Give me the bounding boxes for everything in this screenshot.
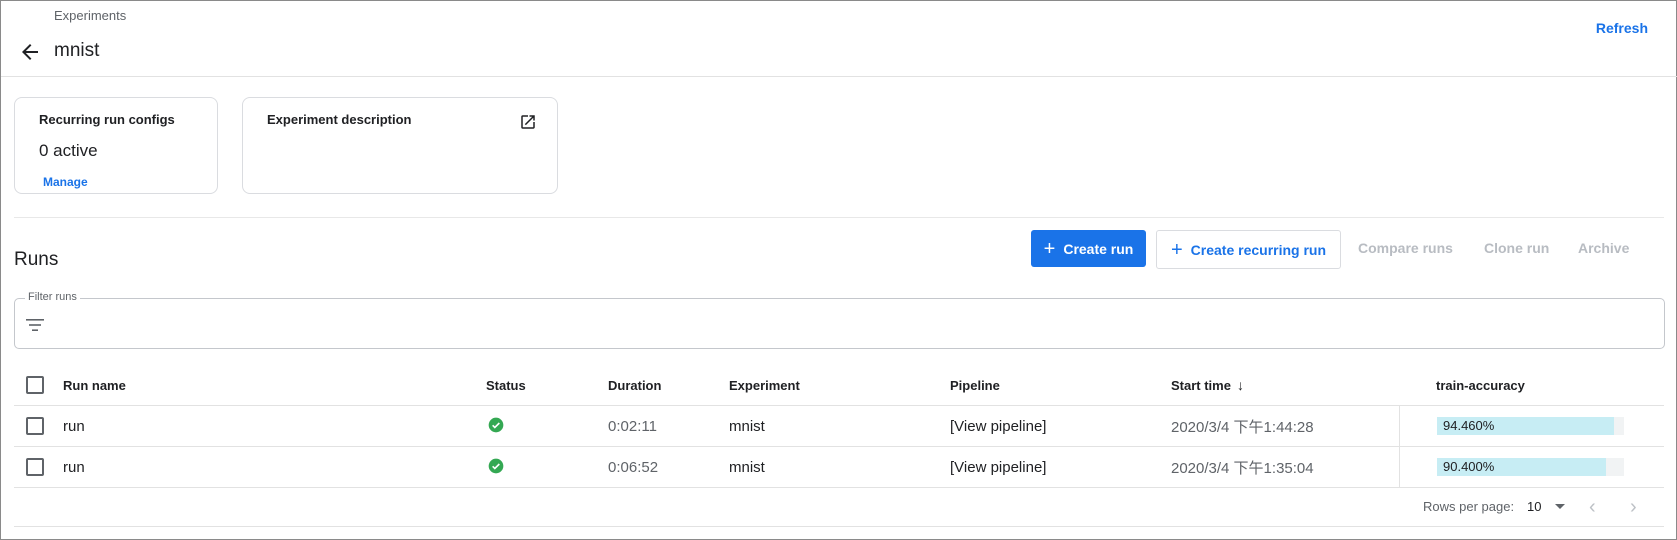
clone-run-button[interactable]: Clone run [1484, 240, 1549, 256]
refresh-button[interactable]: Refresh [1596, 20, 1648, 36]
header-experiment[interactable]: Experiment [729, 365, 800, 405]
plus-icon: + [1043, 237, 1056, 260]
start-time-cell: 2020/3/4 下午1:44:28 [1171, 418, 1314, 436]
header-run-name[interactable]: Run name [63, 365, 126, 405]
filter-runs-label: Filter runs [25, 291, 80, 303]
filter-runs-input[interactable]: Filter runs [14, 291, 1665, 349]
view-pipeline-link[interactable]: [View pipeline] [950, 447, 1046, 487]
experiment-link[interactable]: mnist [729, 406, 765, 446]
header-train-accuracy[interactable]: train-accuracy [1436, 365, 1525, 405]
previous-page-icon[interactable]: ‹ [1589, 496, 1596, 519]
plus-icon: + [1170, 238, 1183, 261]
status-cell [486, 406, 504, 446]
accuracy-bar: 90.400% [1437, 458, 1624, 476]
rows-per-page-select[interactable]: 10 [1527, 499, 1566, 514]
accuracy-value: 90.400% [1443, 459, 1495, 474]
row-checkbox[interactable] [26, 458, 44, 476]
column-separator [1399, 447, 1400, 487]
view-pipeline-link[interactable]: [View pipeline] [950, 406, 1046, 446]
start-time-cell: 2020/3/4 下午1:35:04 [1171, 459, 1314, 477]
check-circle-icon [488, 458, 504, 474]
experiment-link[interactable]: mnist [729, 447, 765, 487]
breadcrumb[interactable]: Experiments [54, 8, 126, 23]
table-row[interactable]: run 0:02:11 mnist [View pipeline] 2020/3… [14, 406, 1664, 447]
accuracy-value: 94.460% [1443, 418, 1495, 433]
accuracy-bar: 94.460% [1437, 417, 1624, 435]
row-checkbox[interactable] [26, 417, 44, 435]
recurring-card-title: Recurring run configs [39, 112, 175, 127]
header-duration[interactable]: Duration [608, 365, 661, 405]
recurring-run-configs-card: Recurring run configs 0 active Manage [14, 97, 218, 194]
compare-runs-button[interactable]: Compare runs [1358, 240, 1453, 256]
check-circle-icon [488, 417, 504, 433]
experiment-description-card: Experiment description [242, 97, 558, 194]
footer-divider [14, 526, 1664, 527]
create-run-label: Create run [1063, 240, 1134, 257]
run-name-link[interactable]: run [63, 447, 85, 487]
next-page-icon[interactable]: › [1630, 496, 1637, 519]
header-status[interactable]: Status [486, 365, 526, 405]
chevron-down-icon [1555, 504, 1566, 509]
page-title: mnist [54, 40, 100, 61]
create-recurring-run-button[interactable]: + Create recurring run [1156, 230, 1341, 269]
rows-per-page-label: Rows per page: [1423, 499, 1515, 514]
app-frame: Experiments mnist Refresh Recurring run … [0, 0, 1677, 540]
column-separator [1399, 406, 1400, 446]
select-all-checkbox[interactable] [26, 376, 44, 394]
back-arrow-icon[interactable] [18, 40, 42, 64]
table-header-row: Run name Status Duration Experiment Pipe… [14, 365, 1664, 406]
manage-link[interactable]: Manage [43, 175, 88, 189]
sort-descending-icon[interactable]: ↓ [1237, 377, 1244, 393]
table-row[interactable]: run 0:06:52 mnist [View pipeline] 2020/3… [14, 447, 1664, 488]
filter-list-icon[interactable] [25, 317, 45, 333]
section-divider [14, 217, 1664, 218]
create-recurring-run-label: Create recurring run [1190, 241, 1327, 258]
header-pipeline[interactable]: Pipeline [950, 365, 1000, 405]
runs-title: Runs [14, 249, 59, 270]
header-start-time[interactable]: Start time ↓ [1171, 365, 1244, 405]
duration-cell: 0:06:52 [608, 458, 659, 476]
archive-button[interactable]: Archive [1578, 240, 1629, 256]
rows-per-page-value: 10 [1527, 499, 1542, 514]
duration-cell: 0:02:11 [608, 417, 657, 435]
open-in-new-icon[interactable] [519, 113, 537, 131]
header-divider [1, 76, 1677, 77]
header-start-time-label: Start time [1171, 377, 1231, 393]
create-run-button[interactable]: + Create run [1031, 230, 1146, 267]
recurring-active-count: 0 active [39, 141, 98, 160]
description-card-title: Experiment description [267, 112, 412, 127]
status-cell [486, 447, 504, 487]
run-name-link[interactable]: run [63, 406, 85, 446]
